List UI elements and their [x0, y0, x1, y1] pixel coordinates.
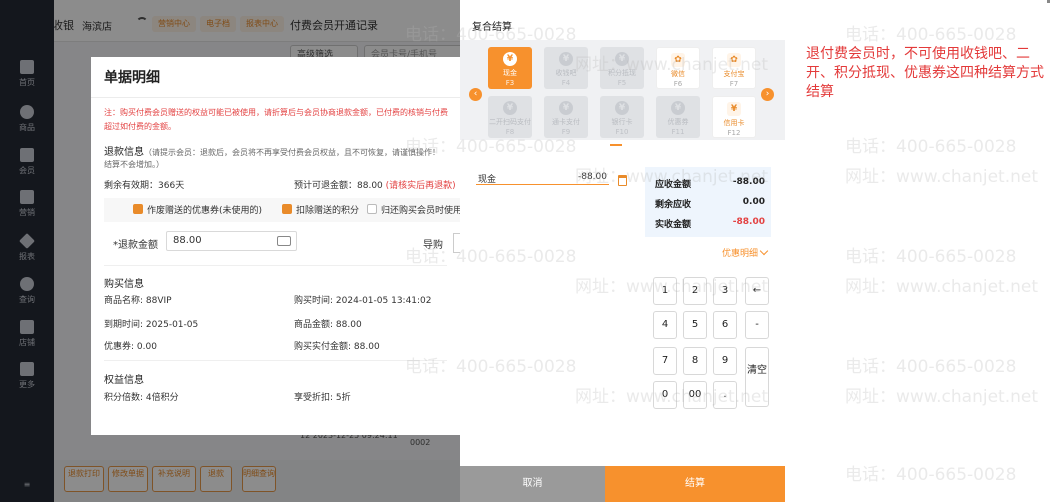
- chevron-right-icon[interactable]: ›: [761, 88, 774, 101]
- yen-icon: ¥: [615, 101, 629, 115]
- watermark: 电话：400-665-0028: [845, 137, 1017, 157]
- pay-method-bank: ¥ 银行卡 F10: [600, 96, 644, 138]
- refund-amount-input[interactable]: 88.00: [166, 231, 297, 251]
- product-name: 商品名称: 88VIP: [104, 296, 172, 306]
- coupon-amount: 优惠券: 0.00: [104, 342, 157, 352]
- watermark: 电话：400-665-0028: [845, 247, 1017, 267]
- watermark: 网址：www.chanjet.net: [845, 167, 1039, 187]
- pay-method-credit[interactable]: ¥ 信用卡 F12: [712, 96, 756, 138]
- purchase-info-heading: 购买信息: [104, 279, 144, 290]
- pay-method-alipay[interactable]: ✿ 支付宝 F7: [712, 47, 756, 89]
- paid-amount: 购买实付金额: 88.00: [294, 342, 380, 352]
- pay-method-wechat[interactable]: ✿ 微信 F6: [656, 47, 700, 89]
- pay-method-shouqianba: ¥ 收钱吧 F4: [544, 47, 588, 89]
- guide-select[interactable]: [453, 233, 460, 253]
- key-8[interactable]: 8: [683, 347, 707, 375]
- composite-payment-panel: 复合结算 ¥ 现金 F3 ¥ 收钱吧 F4 ¥ 积分抵现 F5 ✿ 微信 F6 ✿ 支付…: [460, 0, 785, 502]
- product-price: 商品金额: 88.00: [294, 320, 362, 330]
- warning-notice: 注：购买付费会员赠送的权益可能已被使用，请折算后与会员协商退款金额，已付费的核销…: [104, 108, 448, 131]
- yen-icon: ¥: [503, 101, 517, 115]
- benefits-heading: 权益信息: [104, 375, 144, 386]
- remaining-validity: 剩余有效期：366天: [104, 181, 185, 191]
- alipay-icon: ✿: [727, 53, 741, 67]
- divider: [91, 97, 460, 98]
- key-7[interactable]: 7: [653, 347, 677, 375]
- deduct-points-label: 扣除赠送的积分: [296, 206, 360, 216]
- yen-icon: ¥: [615, 52, 629, 66]
- watermark: 网址：www.chanjet.net: [845, 277, 1039, 297]
- yen-icon: ¥: [559, 101, 573, 115]
- yen-icon: ¥: [503, 52, 517, 66]
- guide-label: 导购: [423, 240, 443, 251]
- wechat-icon: ✿: [671, 53, 685, 67]
- key-3[interactable]: 3: [713, 277, 737, 305]
- yen-icon: ¥: [671, 101, 685, 115]
- watermark: 网址：www.chanjet.net: [845, 387, 1039, 407]
- panel-title: 复合结算: [472, 22, 512, 33]
- clear-key[interactable]: 清空: [745, 347, 769, 407]
- page-indicator: [610, 144, 622, 146]
- watermark: 电话：400-665-0028: [845, 465, 1017, 485]
- trash-icon[interactable]: [618, 175, 627, 186]
- key-0[interactable]: 0: [653, 381, 677, 409]
- refund-amount-label: *退款金额: [113, 240, 158, 251]
- watermark: 电话：400-665-0028: [845, 357, 1017, 377]
- remaining-value: 0.00: [742, 197, 765, 207]
- key-2[interactable]: 2: [683, 277, 707, 305]
- modal-title: 单据明细: [104, 70, 160, 86]
- yen-icon: ¥: [559, 52, 573, 66]
- chevron-down-icon: [759, 246, 769, 256]
- key-5[interactable]: 5: [683, 311, 707, 339]
- annotation-note: 退付费会员时，不可使用收钱吧、二开、积分抵现、优惠券这四种结算方式结算: [806, 46, 1044, 100]
- key-1[interactable]: 1: [653, 277, 677, 305]
- void-coupon-label: 作废赠送的优惠券(未使用的): [147, 206, 263, 216]
- discount-detail-toggle[interactable]: 优惠明细: [722, 246, 769, 259]
- member-discount: 享受折扣: 5折: [294, 393, 351, 403]
- pay-method-custom-scan: ¥ 二开扫码支付 F8: [488, 96, 532, 138]
- settle-button[interactable]: 结算: [605, 466, 785, 502]
- keyboard-icon[interactable]: [277, 236, 291, 246]
- key-9[interactable]: 9: [713, 347, 737, 375]
- purchase-time: 购买时间: 2024-01-05 13:41:02: [294, 296, 432, 306]
- key-dot[interactable]: .: [713, 381, 737, 409]
- key-6[interactable]: 6: [713, 311, 737, 339]
- divider: [104, 360, 447, 361]
- pay-method-coupon: ¥ 优惠券 F11: [656, 96, 700, 138]
- receivable-value: -88.00: [732, 177, 765, 187]
- received-value: -88.00: [732, 217, 765, 227]
- credit-card-icon: ¥: [727, 102, 741, 116]
- cash-payment-line[interactable]: 现金 -88.00: [476, 170, 609, 185]
- chevron-left-icon[interactable]: ‹: [469, 88, 482, 101]
- backspace-key[interactable]: ←: [745, 277, 769, 305]
- estimated-refund: 预计可退金额：88.00 (请核实后再退款): [294, 181, 456, 191]
- return-coupon-label: 归还购买会员时使用的: [381, 206, 460, 216]
- watermark: 电话：400-665-0028: [845, 25, 1017, 45]
- points-multiplier: 积分倍数: 4倍积分: [104, 393, 179, 403]
- pay-method-card: ¥ 通卡支付 F9: [544, 96, 588, 138]
- refund-options: 作废赠送的优惠券(未使用的) 扣除赠送的积分 归还购买会员时使用的: [104, 198, 460, 222]
- expire-time: 到期时间: 2025-01-05: [104, 320, 199, 330]
- deduct-points-checkbox[interactable]: [282, 204, 292, 214]
- pay-method-points: ¥ 积分抵现 F5: [600, 47, 644, 89]
- refund-info-section: 退款信息（请提示会员：退款后，会员将不再享受付费会员权益，且不可恢复，请谨慎操作…: [104, 147, 440, 158]
- amount-summary: 应收金额 -88.00 剩余应收 0.00 实收金额 -88.00: [645, 167, 771, 237]
- key-00[interactable]: 00: [683, 381, 707, 409]
- corner-mark: [1047, 0, 1050, 3]
- pay-method-cash[interactable]: ¥ 现金 F3: [488, 47, 532, 89]
- return-coupon-checkbox[interactable]: [367, 204, 377, 214]
- receipt-detail-modal: 单据明细 注：购买付费会员赠送的权益可能已被使用，请折算后与会员协商退款金额，已…: [91, 57, 460, 435]
- divider: [104, 265, 447, 266]
- refund-hint-cont: 结算不会增加。）: [104, 160, 164, 169]
- void-coupon-checkbox[interactable]: [133, 204, 143, 214]
- minus-key[interactable]: -: [745, 311, 769, 339]
- key-4[interactable]: 4: [653, 311, 677, 339]
- cancel-button[interactable]: 取消: [460, 466, 605, 502]
